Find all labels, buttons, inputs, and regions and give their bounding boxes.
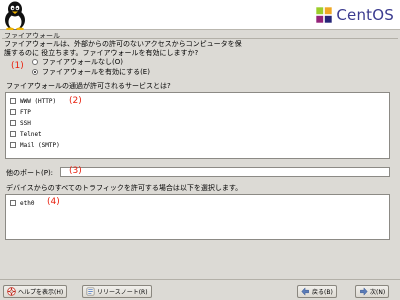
centos-logo: CentOS	[315, 5, 394, 25]
radio-button-selected[interactable]	[32, 69, 38, 75]
radio-label: ファイアウォールなし(O)	[42, 58, 123, 66]
device-eth0[interactable]: eth0	[10, 198, 34, 208]
services-heading: ファイアウォールの通過が許可されるサービスとは?	[6, 82, 171, 90]
device-label: eth0	[20, 199, 35, 207]
intro-line-1: ファイアウォールは、外部からの許可のないアクセスからコンピュータを保	[4, 40, 242, 48]
trusted-devices-heading: デバイスからのすべてのトラフィックを許可する場合は以下を選択します。	[6, 184, 243, 192]
annotation-marker-3: (3)	[69, 166, 82, 176]
radio-no-firewall[interactable]: ファイアウォールなし(O)	[32, 57, 123, 67]
service-ssh[interactable]: SSH	[10, 118, 31, 128]
annotation-marker-1: (1)	[11, 61, 24, 71]
release-notes-label: リリースノート(R)	[97, 289, 148, 296]
radio-enable-firewall[interactable]: ファイアウォールを有効にする(E)	[32, 67, 150, 77]
service-label: SSH	[20, 119, 31, 127]
service-label: Telnet	[20, 130, 42, 138]
help-button-label: ヘルプを表示(H)	[18, 289, 64, 296]
back-button-label: 戻る(B)	[312, 289, 333, 296]
next-button-label: 次(N)	[370, 289, 386, 296]
annotation-marker-4: (4)	[47, 197, 60, 207]
lifebuoy-icon	[7, 287, 16, 296]
centos-logo-icon	[315, 6, 334, 24]
arrow-right-icon	[360, 287, 368, 296]
service-www[interactable]: WWW (HTTP)	[10, 96, 56, 106]
title-divider	[2, 38, 398, 39]
brand-name: CentOS	[336, 6, 394, 24]
release-notes-button[interactable]: リリースノート(R)	[82, 285, 152, 298]
radio-label: ファイアウォールを有効にする(E)	[42, 68, 150, 76]
checkbox[interactable]	[10, 131, 16, 137]
other-ports-label: 他のポート(P):	[6, 169, 54, 177]
service-mail[interactable]: Mail (SMTP)	[10, 140, 60, 150]
service-ftp[interactable]: FTP	[10, 107, 31, 117]
radio-button[interactable]	[32, 59, 38, 65]
checkbox[interactable]	[10, 109, 16, 115]
help-button[interactable]: ヘルプを表示(H)	[3, 285, 68, 298]
tux-penguin-icon	[5, 1, 25, 30]
installer-header: CentOS	[0, 0, 400, 30]
footer-divider	[0, 279, 400, 280]
service-label: WWW (HTTP)	[20, 97, 57, 105]
back-button[interactable]: 戻る(B)	[297, 285, 337, 298]
next-button[interactable]: 次(N)	[355, 285, 390, 298]
service-label: FTP	[20, 108, 31, 116]
services-list: WWW (HTTP) FTP SSH Telnet Mail (SMTP)	[5, 92, 390, 159]
checkbox[interactable]	[10, 98, 16, 104]
checkbox[interactable]	[10, 200, 16, 206]
arrow-left-icon	[301, 287, 309, 296]
intro-text: ファイアウォールは、外部からの許可のないアクセスからコンピュータを保 護するのに…	[4, 40, 294, 58]
trusted-devices-list: eth0	[5, 194, 390, 240]
service-telnet[interactable]: Telnet	[10, 129, 42, 139]
checkbox[interactable]	[10, 120, 16, 126]
other-ports-input[interactable]	[60, 167, 390, 177]
annotation-marker-2: (2)	[69, 96, 82, 106]
notes-icon	[86, 287, 95, 296]
checkbox[interactable]	[10, 142, 16, 148]
service-label: Mail (SMTP)	[20, 141, 60, 149]
